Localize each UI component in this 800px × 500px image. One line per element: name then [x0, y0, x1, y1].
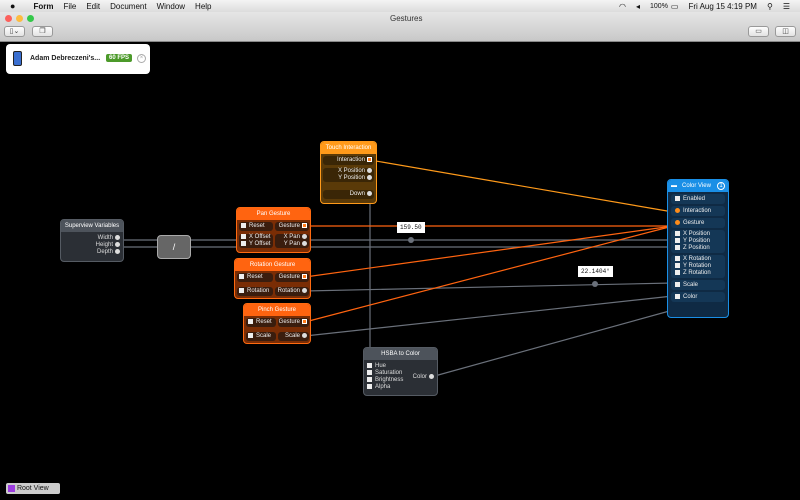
volume-icon[interactable]: ◂ [636, 2, 640, 11]
apple-menu-icon[interactable]: ● [10, 1, 15, 11]
input-y-position[interactable]: Y Position [675, 238, 721, 245]
wire-scale [304, 295, 674, 337]
value-probe-2[interactable] [592, 281, 598, 287]
input-color[interactable]: Color [671, 292, 725, 303]
device-icon [13, 51, 22, 66]
output-down[interactable]: Down [323, 190, 374, 199]
menu-help[interactable]: Help [195, 2, 211, 11]
input-alpha[interactable]: Alpha [367, 384, 403, 391]
value-label-2: 22.1404° [578, 266, 613, 277]
output-height[interactable]: Height [61, 242, 120, 249]
wire-rotation-gesture [304, 225, 674, 278]
input-hue[interactable]: Hue [367, 363, 403, 370]
zoom-window-button[interactable] [27, 15, 34, 22]
input-reset[interactable]: Reset [239, 222, 273, 231]
node-title: HSBA to Color [364, 348, 437, 360]
wifi-icon[interactable]: ◠ [619, 2, 626, 11]
root-view-label: Root View [16, 485, 49, 492]
value-label-1: 159.50 [397, 222, 425, 233]
input-reset[interactable]: Reset [246, 318, 276, 327]
menu-file[interactable]: File [63, 2, 76, 11]
input-reset[interactable]: Reset [237, 273, 273, 282]
node-title: Pan Gesture [237, 208, 310, 220]
input-x-rotation[interactable]: X Rotation [675, 256, 721, 263]
device-name: Adam Debreczeni's... [30, 55, 101, 62]
output-scale[interactable]: Scale [278, 332, 309, 341]
input-saturation[interactable]: Saturation [367, 370, 403, 377]
input-x-offset[interactable]: X Offset [241, 234, 273, 241]
output-interaction[interactable]: Interaction [323, 156, 374, 165]
output-depth[interactable]: Depth [61, 249, 120, 256]
color-view-node[interactable]: ▬ Color View 1 Enabled Interaction Gesture… [667, 179, 729, 318]
node-title: Color View [682, 183, 711, 189]
minimize-window-button[interactable] [16, 15, 23, 22]
split-pane-button[interactable]: ◫ [775, 26, 796, 37]
root-view-icon [8, 484, 15, 492]
battery-text[interactable]: 100% [650, 3, 668, 10]
menu-app[interactable]: Form [33, 2, 53, 11]
disconnect-icon[interactable]: × [137, 54, 146, 63]
spotlight-icon[interactable]: ⚲ [767, 2, 773, 11]
battery-icon: ▭ [670, 1, 679, 11]
single-pane-button[interactable]: ▭ [748, 26, 769, 37]
switch-node[interactable]: / [157, 235, 191, 259]
touch-interaction-node[interactable]: Touch Interaction Interaction X Position… [320, 141, 377, 204]
input-interaction[interactable]: Interaction [671, 206, 725, 216]
input-enabled[interactable]: Enabled [671, 194, 725, 204]
input-z-rotation[interactable]: Z Rotation [675, 270, 721, 277]
input-gesture[interactable]: Gesture [671, 218, 725, 228]
menu-document[interactable]: Document [110, 2, 146, 11]
title-bar: Gestures ▯⌄ ❐ ▭ ◫ [0, 12, 800, 42]
node-title: Rotation Gesture [235, 259, 310, 271]
window-title: Gestures [390, 14, 423, 23]
output-y-pan[interactable]: Y Pan [275, 241, 307, 248]
hsba-to-color-node[interactable]: HSBA to Color Hue Saturation Brightness … [363, 347, 438, 396]
input-x-position[interactable]: X Position [675, 231, 721, 238]
duplicate-button[interactable]: ❐ [32, 26, 53, 37]
input-rotation[interactable]: Rotation [237, 287, 273, 296]
wire-interaction [369, 159, 674, 213]
output-color[interactable]: Color [413, 374, 434, 380]
node-title: Pinch Gesture [244, 304, 310, 316]
close-window-button[interactable] [5, 15, 12, 22]
folder-icon: ▬ [671, 183, 677, 189]
node-title: Superview Variables [61, 220, 123, 232]
fps-badge: 60 FPS [106, 54, 133, 62]
menu-window[interactable]: Window [157, 2, 185, 11]
output-x-position[interactable]: X Position [323, 168, 372, 175]
notification-center-icon[interactable]: ☰ [783, 2, 790, 11]
output-y-position[interactable]: Y Position [323, 175, 372, 182]
output-gesture[interactable]: Gesture [275, 222, 309, 231]
input-y-rotation[interactable]: Y Rotation [675, 263, 721, 270]
input-scale[interactable]: Scale [246, 332, 276, 341]
node-title: Touch Interaction [321, 142, 376, 154]
output-gesture[interactable]: Gesture [278, 318, 309, 327]
menu-edit[interactable]: Edit [86, 2, 100, 11]
input-z-position[interactable]: Z Position [675, 245, 721, 252]
wire-color [430, 309, 674, 378]
input-brightness[interactable]: Brightness [367, 377, 403, 384]
wire-rotation [304, 282, 674, 292]
pinch-gesture-node[interactable]: Pinch Gesture Reset Gesture Scale Scale [243, 303, 311, 344]
output-width[interactable]: Width [61, 235, 120, 242]
output-gesture[interactable]: Gesture [275, 273, 309, 282]
root-view-button[interactable]: Root View [6, 483, 60, 494]
input-scale[interactable]: Scale [671, 280, 725, 291]
device-popover: Adam Debreczeni's... 60 FPS × [6, 44, 150, 74]
pan-gesture-node[interactable]: Pan Gesture Reset Gesture X Offset Y Offs… [236, 207, 311, 253]
badge: 1 [717, 182, 725, 190]
rotation-gesture-node[interactable]: Rotation Gesture Reset Gesture Rotation … [234, 258, 311, 299]
output-x-pan[interactable]: X Pan [275, 234, 307, 241]
menu-bar: ● Form File Edit Document Window Help ◠ … [0, 0, 800, 12]
superview-variables-node[interactable]: Superview Variables Width Height Depth [60, 219, 124, 262]
device-menu-button[interactable]: ▯⌄ [4, 26, 25, 37]
input-y-offset[interactable]: Y Offset [241, 241, 273, 248]
value-probe-1[interactable] [408, 237, 414, 243]
output-rotation[interactable]: Rotation [275, 287, 309, 296]
clock[interactable]: Fri Aug 15 4:19 PM [688, 2, 756, 11]
